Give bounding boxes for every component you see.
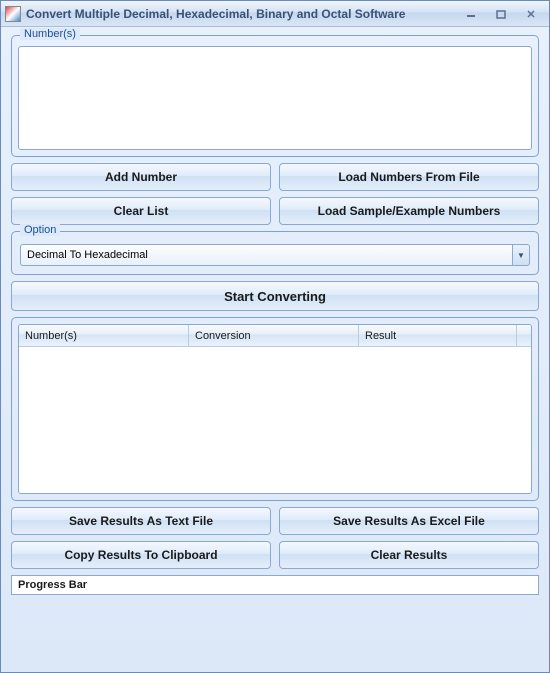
content-area: Number(s) Add Number Load Numbers From F… bbox=[1, 27, 549, 672]
input-buttons-row2: Clear List Load Sample/Example Numbers bbox=[11, 197, 539, 225]
progress-bar-label: Progress Bar bbox=[18, 579, 87, 591]
col-result[interactable]: Result bbox=[359, 325, 517, 346]
results-table-header: Number(s) Conversion Result bbox=[19, 325, 531, 347]
numbers-input-label: Number(s) bbox=[20, 28, 80, 40]
titlebar: Convert Multiple Decimal, Hexadecimal, B… bbox=[1, 1, 549, 27]
clear-list-label: Clear List bbox=[114, 204, 169, 218]
maximize-button[interactable] bbox=[487, 6, 515, 22]
save-text-button[interactable]: Save Results As Text File bbox=[11, 507, 271, 535]
start-converting-label: Start Converting bbox=[224, 289, 326, 304]
chevron-down-icon: ▼ bbox=[517, 251, 525, 260]
add-number-button[interactable]: Add Number bbox=[11, 163, 271, 191]
start-converting-button[interactable]: Start Converting bbox=[11, 281, 539, 311]
save-excel-button[interactable]: Save Results As Excel File bbox=[279, 507, 539, 535]
clear-results-button[interactable]: Clear Results bbox=[279, 541, 539, 569]
numbers-input-group: Number(s) bbox=[11, 35, 539, 157]
results-table: Number(s) Conversion Result bbox=[18, 324, 532, 494]
clear-list-button[interactable]: Clear List bbox=[11, 197, 271, 225]
conversion-select[interactable]: Decimal To Hexadecimal ▼ bbox=[20, 244, 530, 266]
progress-bar: Progress Bar bbox=[11, 575, 539, 595]
input-buttons-row1: Add Number Load Numbers From File bbox=[11, 163, 539, 191]
window-controls bbox=[457, 6, 545, 22]
minimize-button[interactable] bbox=[457, 6, 485, 22]
close-button[interactable] bbox=[517, 6, 545, 22]
col-spacer bbox=[517, 325, 531, 346]
results-buttons-row1: Save Results As Text File Save Results A… bbox=[11, 507, 539, 535]
clear-results-label: Clear Results bbox=[371, 548, 448, 562]
conversion-select-arrow[interactable]: ▼ bbox=[512, 244, 530, 266]
load-sample-button[interactable]: Load Sample/Example Numbers bbox=[279, 197, 539, 225]
save-text-label: Save Results As Text File bbox=[69, 514, 213, 528]
minimize-icon bbox=[466, 9, 476, 19]
copy-clipboard-button[interactable]: Copy Results To Clipboard bbox=[11, 541, 271, 569]
load-numbers-file-label: Load Numbers From File bbox=[338, 170, 479, 184]
window-title: Convert Multiple Decimal, Hexadecimal, B… bbox=[26, 7, 457, 21]
add-number-label: Add Number bbox=[105, 170, 177, 184]
results-buttons-row2: Copy Results To Clipboard Clear Results bbox=[11, 541, 539, 569]
load-numbers-file-button[interactable]: Load Numbers From File bbox=[279, 163, 539, 191]
maximize-icon bbox=[496, 9, 506, 19]
app-icon bbox=[5, 6, 21, 22]
results-group: Number(s) Conversion Result bbox=[11, 317, 539, 501]
save-excel-label: Save Results As Excel File bbox=[333, 514, 485, 528]
close-icon bbox=[526, 9, 536, 19]
option-group: Option Decimal To Hexadecimal ▼ bbox=[11, 231, 539, 275]
option-group-label: Option bbox=[20, 224, 60, 236]
results-table-body[interactable] bbox=[19, 347, 531, 493]
app-window: Convert Multiple Decimal, Hexadecimal, B… bbox=[0, 0, 550, 673]
col-numbers[interactable]: Number(s) bbox=[19, 325, 189, 346]
numbers-textarea[interactable] bbox=[18, 46, 532, 150]
copy-clipboard-label: Copy Results To Clipboard bbox=[64, 548, 217, 562]
load-sample-label: Load Sample/Example Numbers bbox=[318, 204, 501, 218]
conversion-select-value: Decimal To Hexadecimal bbox=[20, 244, 512, 266]
col-conversion[interactable]: Conversion bbox=[189, 325, 359, 346]
